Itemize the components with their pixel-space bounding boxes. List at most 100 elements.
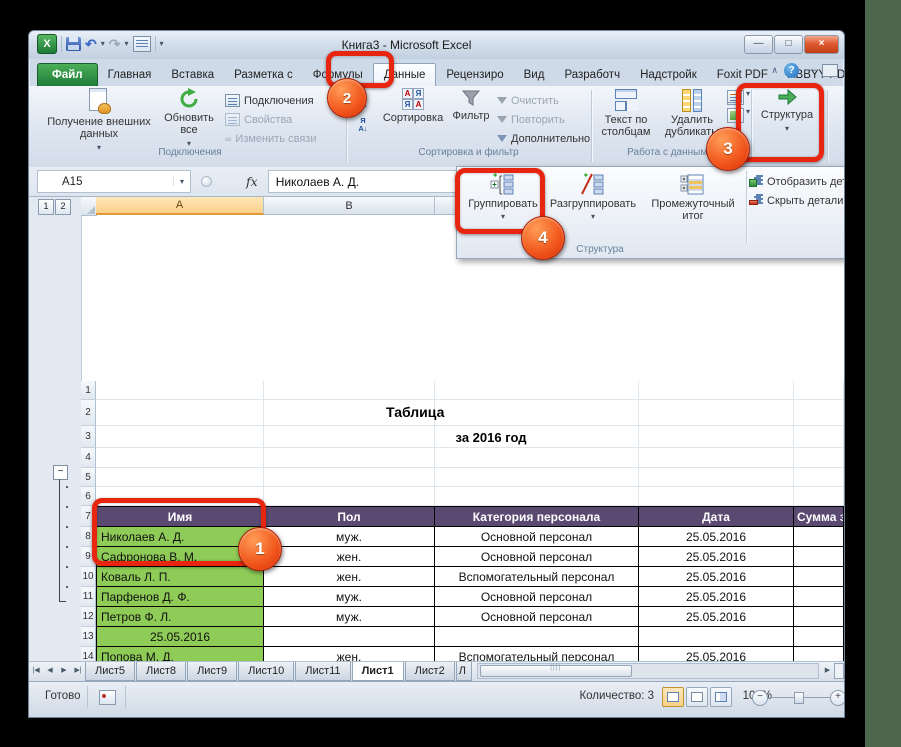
cell-D12[interactable]: 25.05.2016 xyxy=(639,607,794,627)
cell-D1[interactable] xyxy=(639,381,794,400)
cell-C10[interactable]: Вспомогательный персонал xyxy=(435,567,639,587)
cell-D13[interactable] xyxy=(639,627,794,647)
row-header-5[interactable]: 5 xyxy=(81,468,96,487)
cell-A5[interactable] xyxy=(96,468,264,487)
filter-button[interactable]: Фильтр xyxy=(449,88,493,122)
zoom-out-button[interactable]: − xyxy=(752,690,768,706)
page-layout-view-button[interactable] xyxy=(686,687,708,707)
cell-B5[interactable] xyxy=(264,468,435,487)
cell-E9[interactable] xyxy=(794,547,844,567)
cell-C9[interactable]: Основной персонал xyxy=(435,547,639,567)
excel-logo-icon[interactable]: X xyxy=(37,34,57,54)
cell-A10[interactable]: Коваль Л. П. xyxy=(96,567,264,587)
sheet-tab-лист2[interactable]: Лист2 xyxy=(405,662,455,681)
cell-C6[interactable] xyxy=(435,487,639,506)
row-header-3[interactable]: 3 xyxy=(81,426,96,448)
first-sheet-icon[interactable]: |◀ xyxy=(29,662,43,678)
cell-C14[interactable]: Вспомогательный персонал xyxy=(435,647,639,661)
ribbon-tab-разработч[interactable]: Разработч xyxy=(554,64,630,86)
save-icon[interactable] xyxy=(66,37,81,51)
row-header-12[interactable]: 12 xyxy=(81,607,96,627)
next-sheet-icon[interactable]: ▶ xyxy=(57,662,71,678)
show-detail-item[interactable]: Отобразить детали xyxy=(749,175,845,188)
scroll-right-icon[interactable]: ▶ xyxy=(821,663,834,677)
cell-B4[interactable] xyxy=(264,448,435,468)
name-box-dropdown-icon[interactable]: ▾ xyxy=(173,177,190,186)
cell-C2[interactable] xyxy=(435,400,639,426)
qat-customize-icon[interactable]: ▾ xyxy=(160,40,164,48)
help-icon[interactable]: ? xyxy=(784,63,799,78)
cell-A13[interactable]: 25.05.2016 xyxy=(96,627,264,647)
row-header-13[interactable]: 13 xyxy=(81,627,96,647)
cell-B13[interactable] xyxy=(264,627,435,647)
tab-split-handle[interactable] xyxy=(834,663,844,679)
workbook-minimize-icon[interactable]: — xyxy=(805,65,816,76)
cell-D8[interactable]: 25.05.2016 xyxy=(639,527,794,547)
cell-A11[interactable]: Парфенов Д. Ф. xyxy=(96,587,264,607)
undo-dropdown-icon[interactable]: ▾ xyxy=(101,40,105,48)
cell-E13[interactable] xyxy=(794,627,844,647)
outline-level-2-button[interactable]: 2 xyxy=(55,199,71,215)
hide-detail-item[interactable]: Скрыть детали xyxy=(749,194,845,207)
cell-B3[interactable] xyxy=(264,426,435,448)
horizontal-scrollbar-thumb[interactable] xyxy=(480,665,632,677)
select-all-corner[interactable] xyxy=(81,197,97,216)
cell-B9[interactable]: жен. xyxy=(264,547,435,567)
row-header-14[interactable]: 14 xyxy=(81,647,96,661)
maximize-button[interactable]: □ xyxy=(774,35,803,54)
sheet-tab-л[interactable]: Л xyxy=(456,662,472,681)
cell-E5[interactable] xyxy=(794,468,844,487)
sheet-tab-лист11[interactable]: Лист11 xyxy=(295,662,350,681)
redo-dropdown-icon[interactable]: ▾ xyxy=(124,40,128,48)
workbook-restore-icon[interactable] xyxy=(822,64,838,77)
cell-A2[interactable] xyxy=(96,400,264,426)
sheet-tab-лист1[interactable]: Лист1 xyxy=(352,662,404,681)
row-header-11[interactable]: 11 xyxy=(81,587,96,607)
cell-E8[interactable] xyxy=(794,527,844,547)
cell-B11[interactable]: муж. xyxy=(264,587,435,607)
cell-B6[interactable] xyxy=(264,487,435,506)
cell-C13[interactable] xyxy=(435,627,639,647)
cell-C7[interactable]: Категория персонала xyxy=(435,506,639,527)
cell-D5[interactable] xyxy=(639,468,794,487)
ribbon-tab-вставка[interactable]: Вставка xyxy=(161,64,224,86)
cell-E12[interactable] xyxy=(794,607,844,627)
clear-filter-item[interactable]: Очистить xyxy=(497,91,590,110)
cell-D3[interactable] xyxy=(639,426,794,448)
cell-C12[interactable]: Основной персонал xyxy=(435,607,639,627)
minimize-button[interactable]: — xyxy=(744,35,773,54)
cell-C5[interactable] xyxy=(435,468,639,487)
sort-button[interactable]: АЯЯА Сортировка xyxy=(381,88,445,124)
zoom-thumb[interactable] xyxy=(794,692,804,704)
cell-D4[interactable] xyxy=(639,448,794,468)
cell-A14[interactable]: Попова М. Д. xyxy=(96,647,264,661)
cell-E3[interactable] xyxy=(794,426,844,448)
insert-function-button[interactable]: fx xyxy=(246,174,258,189)
ribbon-tab-разметка-с[interactable]: Разметка с xyxy=(224,64,303,86)
cell-E7[interactable]: Сумма за xyxy=(794,506,844,527)
outline-level-1-button[interactable]: 1 xyxy=(38,199,54,215)
cell-B1[interactable] xyxy=(264,381,435,400)
connections-item[interactable]: Подключения xyxy=(225,91,316,110)
undo-icon[interactable]: ↶ xyxy=(85,37,97,51)
cell-C11[interactable]: Основной персонал xyxy=(435,587,639,607)
cell-E2[interactable] xyxy=(794,400,844,426)
cell-C8[interactable]: Основной персонал xyxy=(435,527,639,547)
sheet-tab-лист8[interactable]: Лист8 xyxy=(136,662,186,681)
collapse-ribbon-icon[interactable]: ∧ xyxy=(771,65,778,76)
row-header-10[interactable]: 10 xyxy=(81,567,96,587)
cell-E11[interactable] xyxy=(794,587,844,607)
cell-B10[interactable]: жен. xyxy=(264,567,435,587)
cell-E14[interactable] xyxy=(794,647,844,661)
ribbon-tab-надстройк[interactable]: Надстройк xyxy=(630,64,707,86)
cell-C1[interactable] xyxy=(435,381,639,400)
cell-B8[interactable]: муж. xyxy=(264,527,435,547)
cell-B7[interactable]: Пол xyxy=(264,506,435,527)
ungroup-button[interactable]: Разгруппировать xyxy=(546,172,640,223)
table-preview-icon[interactable] xyxy=(133,36,151,52)
cell-D2[interactable] xyxy=(639,400,794,426)
redo-icon[interactable]: ↷ xyxy=(109,37,121,51)
get-external-data-button[interactable]: Получение внешних данных xyxy=(43,88,155,154)
cell-A3[interactable] xyxy=(96,426,264,448)
close-button[interactable]: × xyxy=(804,35,839,54)
